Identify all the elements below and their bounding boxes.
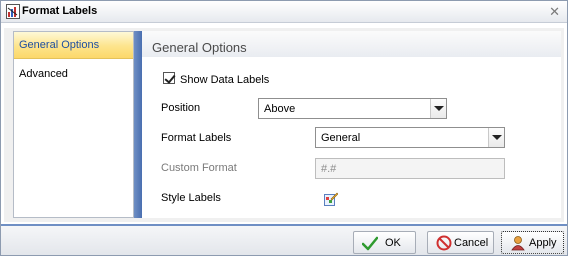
show-data-labels-label: Show Data Labels	[180, 74, 270, 86]
options-sidebar: General Options Advanced	[13, 31, 134, 218]
chevron-down-icon[interactable]	[488, 128, 504, 147]
custom-format-input[interactable]: #.#	[315, 158, 505, 179]
show-data-labels-checkbox[interactable]	[163, 72, 175, 84]
sidebar-item-advanced[interactable]: Advanced	[14, 61, 133, 88]
user-apply-icon	[511, 236, 525, 251]
splitter-bar	[134, 31, 142, 218]
position-label: Position	[161, 102, 201, 114]
sidebar-item-label: General Options	[19, 39, 100, 51]
position-select[interactable]: Above	[258, 98, 447, 119]
check-icon	[362, 236, 378, 251]
ok-button[interactable]: OK	[353, 231, 416, 254]
format-labels-label: Format Labels	[161, 132, 232, 144]
cancel-button[interactable]: Cancel	[427, 231, 494, 254]
sidebar-item-label: Advanced	[19, 68, 68, 80]
general-options-panel: General Options Show Data Labels Positio…	[142, 31, 561, 218]
format-labels-select[interactable]: General	[315, 127, 505, 148]
panel-title: General Options	[152, 40, 247, 55]
cancel-button-label: Cancel	[454, 237, 489, 249]
format-labels-dialog: Format Labels ✕ General Options Advanced…	[0, 0, 568, 256]
dialog-footer: OK Cancel Apply	[1, 224, 567, 255]
format-labels-select-value: General	[321, 132, 361, 144]
close-icon[interactable]: ✕	[549, 4, 560, 20]
custom-format-label: Custom Format	[161, 162, 237, 174]
chart-app-icon	[6, 4, 20, 19]
dialog-body: General Options Advanced General Options…	[4, 28, 564, 222]
cancel-icon	[436, 235, 452, 251]
chevron-down-icon[interactable]	[430, 99, 446, 118]
apply-button-label: Apply	[529, 237, 557, 249]
style-labels-label: Style Labels	[161, 192, 221, 204]
position-select-value: Above	[264, 103, 296, 115]
ok-button-label: OK	[385, 237, 401, 249]
panel-header: General Options	[142, 31, 561, 57]
sidebar-item-general-options[interactable]: General Options	[14, 32, 133, 59]
dialog-titlebar: Format Labels ✕	[1, 1, 567, 23]
apply-button[interactable]: Apply	[501, 231, 564, 254]
dialog-title: Format Labels	[22, 5, 98, 17]
style-edit-icon[interactable]	[324, 192, 339, 206]
